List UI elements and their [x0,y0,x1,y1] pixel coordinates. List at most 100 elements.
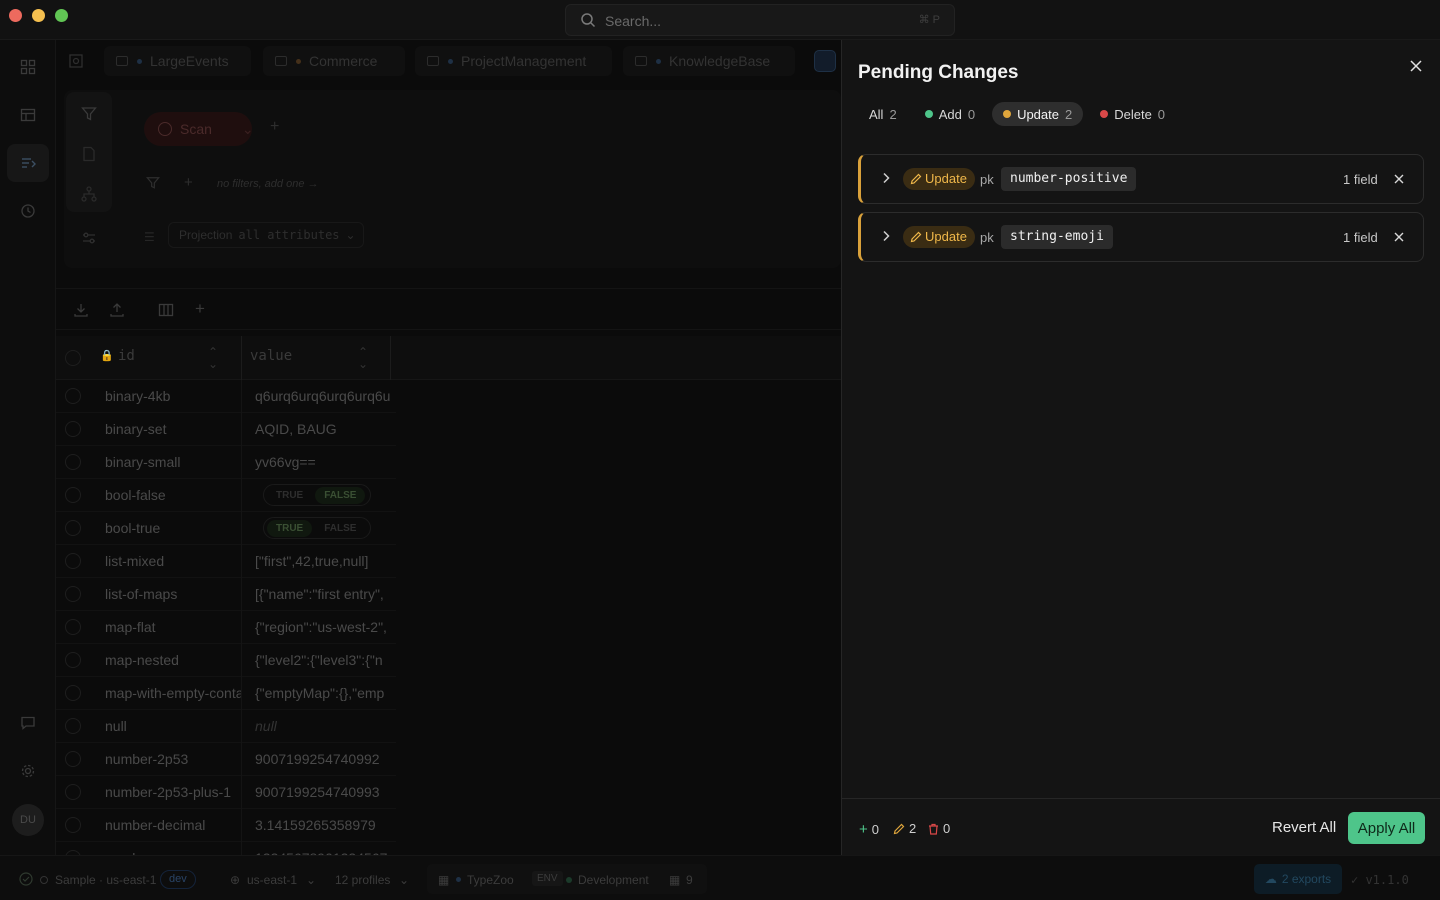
download-icon[interactable] [73,302,89,318]
add-operation-button[interactable]: + [270,118,279,136]
cell-id[interactable]: bool-true [105,520,241,536]
table-row[interactable]: list-of-maps [{"name":"first entry", [56,578,396,611]
global-search[interactable]: Search... ⌘ P [565,4,955,36]
cell-value[interactable]: {"region":"us-west-2", [255,619,393,635]
row-checkbox[interactable] [65,454,81,470]
chevron-right-icon[interactable] [881,230,891,242]
cell-value[interactable]: 9007199254740993 [255,784,393,800]
cell-id[interactable]: binary-4kb [105,388,241,404]
stage-badge[interactable]: dev [160,870,196,889]
table-row[interactable]: binary-set AQID, BAUG [56,413,396,446]
rail-history[interactable] [7,192,49,230]
table-row[interactable]: list-mixed ["first",42,true,null] [56,545,396,578]
filter-icon[interactable] [81,106,97,122]
cell-id[interactable]: number-decimal [105,817,241,833]
filter-tab-all[interactable]: All 2 [858,102,908,126]
active-tab-icon[interactable] [814,50,836,72]
table-row[interactable]: number-decimal 3.14159265358979 [56,809,396,842]
hierarchy-icon[interactable] [81,186,97,202]
focus-icon[interactable] [68,53,84,69]
rail-settings[interactable] [7,752,49,790]
cell-value[interactable]: q6urq6urq6urq6urq6u [255,388,393,404]
environment-label[interactable]: Development [578,873,649,887]
bool-false-option[interactable]: FALSE [315,486,366,504]
cell-id[interactable]: list-mixed [105,553,241,569]
cell-id[interactable]: number-2p53-plus-1 [105,784,241,800]
row-checkbox[interactable] [65,520,81,536]
row-checkbox[interactable] [65,652,81,668]
upload-icon[interactable] [109,302,125,318]
cell-value[interactable]: AQID, BAUG [255,421,393,437]
sort-icon[interactable]: ⌃ ⌄ [208,346,218,370]
exports-button[interactable]: ☁ 2 exports [1254,864,1342,894]
row-checkbox[interactable] [65,421,81,437]
row-checkbox[interactable] [65,817,81,833]
cell-id[interactable]: map-flat [105,619,241,635]
row-checkbox[interactable] [65,718,81,734]
table-row[interactable]: binary-small yv66vg== [56,446,396,479]
cell-id[interactable]: list-of-maps [105,586,241,602]
bool-true-option[interactable]: TRUE [267,519,313,537]
rail-dashboard[interactable] [7,48,49,86]
row-checkbox[interactable] [65,487,81,503]
table-row[interactable]: map-with-empty-conta {"emptyMap":{},"emp [56,677,396,710]
row-checkbox[interactable] [65,586,81,602]
bool-false-option[interactable]: FALSE [315,520,365,537]
cell-id[interactable]: bool-false [105,487,241,503]
rail-query[interactable] [7,144,49,182]
column-header-id[interactable]: id [118,348,135,364]
change-card[interactable]: Update pk number-positive 1 field [858,154,1424,204]
remove-change-icon[interactable] [1392,230,1406,244]
cell-id[interactable]: null [105,718,241,734]
cell-id[interactable]: map-with-empty-conta [105,685,241,701]
table-row[interactable]: bool-true TRUE FALSE [56,512,396,545]
cell-value[interactable]: 9007199254740992 [255,751,393,767]
table-row[interactable]: map-nested {"level2":{"level3":{"n [56,644,396,677]
profiles-select[interactable]: 12 profiles [335,873,390,887]
row-checkbox[interactable] [65,619,81,635]
add-item-button[interactable]: + [195,299,205,319]
chevron-right-icon[interactable] [881,172,891,184]
cell-value[interactable]: {"emptyMap":{},"emp [255,685,393,701]
table-row[interactable]: map-flat {"region":"us-west-2", [56,611,396,644]
row-checkbox[interactable] [65,751,81,767]
cell-value[interactable]: [{"name":"first entry", [255,586,393,602]
projection-select[interactable]: Projection all attributes ⌄ [168,222,364,248]
sliders-icon[interactable] [81,230,97,246]
filter-tab-add[interactable]: Add 0 [914,102,986,126]
table-row[interactable]: number-2p53 9007199254740992 [56,743,396,776]
table-row[interactable]: number-2p53-plus-1 9007199254740993 [56,776,396,809]
cell-value[interactable]: ["first",42,true,null] [255,553,393,569]
table-row[interactable]: number-... 12345678901234567 [56,842,396,855]
operation-scan-button[interactable]: Scan ⌄ [144,112,254,146]
cell-id[interactable]: binary-set [105,421,241,437]
apply-all-button[interactable]: Apply All [1348,812,1425,844]
filter-tab-update[interactable]: Update 2 [992,102,1084,126]
maximize-window-button[interactable] [55,9,68,22]
rail-feedback[interactable] [7,704,49,742]
document-icon[interactable] [81,146,97,162]
change-card[interactable]: Update pk string-emoji 1 field [858,212,1424,262]
select-all-checkbox[interactable] [65,350,81,366]
column-header-value[interactable]: value [250,348,292,364]
tab-knowledgebase[interactable]: KnowledgeBase [623,46,795,76]
sort-icon[interactable]: ⌃ ⌄ [358,346,368,370]
cell-id[interactable]: number-2p53 [105,751,241,767]
row-checkbox[interactable] [65,784,81,800]
row-checkbox[interactable] [65,388,81,404]
cell-id[interactable]: map-nested [105,652,241,668]
region-select[interactable]: us-east-1 [247,873,297,887]
table-row[interactable]: binary-4kb q6urq6urq6urq6urq6u [56,380,396,413]
cell-id[interactable]: binary-small [105,454,241,470]
cell-value[interactable]: yv66vg== [255,454,393,470]
cell-value[interactable]: {"level2":{"level3":{"n [255,652,393,668]
row-checkbox[interactable] [65,685,81,701]
columns-icon[interactable] [158,302,174,318]
add-filter-button[interactable]: + [184,174,193,191]
tab-largeevents[interactable]: LargeEvents [104,46,251,76]
close-icon[interactable] [1408,58,1424,74]
filter-tab-delete[interactable]: Delete 0 [1089,102,1176,126]
tab-projectmanagement[interactable]: ProjectManagement [415,46,612,76]
bool-toggle[interactable]: TRUE FALSE [263,517,371,539]
close-window-button[interactable] [9,9,22,22]
